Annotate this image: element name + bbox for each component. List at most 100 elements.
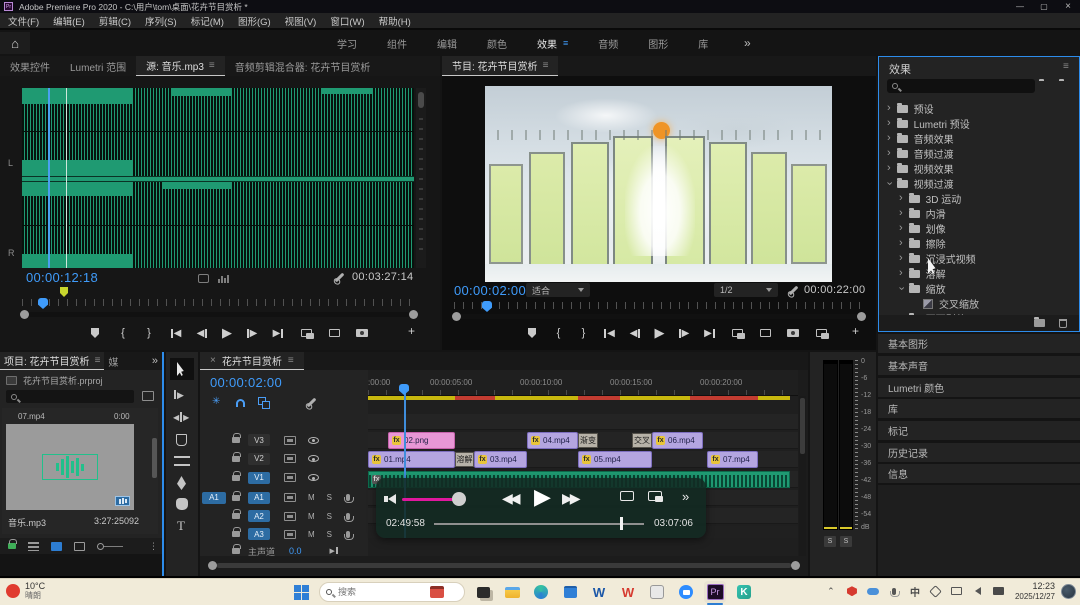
workspace-tab-graphics[interactable]: 图形 bbox=[633, 36, 683, 51]
solo-right-button[interactable]: S bbox=[840, 536, 852, 547]
track-visibility-icon[interactable] bbox=[308, 455, 319, 462]
icon-view-icon[interactable] bbox=[51, 542, 62, 551]
solo-button[interactable]: S bbox=[327, 512, 332, 521]
project-more-dots[interactable]: ⋮ bbox=[149, 541, 158, 552]
extract-button[interactable] bbox=[751, 329, 779, 337]
start-button[interactable] bbox=[290, 581, 312, 603]
menu-file[interactable]: 文件(F) bbox=[8, 14, 39, 28]
tray-device-icon[interactable] bbox=[991, 583, 1007, 599]
workspace-tab-learn[interactable]: 学习 bbox=[322, 36, 372, 51]
task-view-button[interactable] bbox=[472, 581, 494, 603]
solo-button[interactable]: S bbox=[327, 493, 332, 502]
timeline-current-timecode[interactable]: 00:00:02:00 bbox=[210, 375, 282, 390]
overlay-progress-thumb[interactable] bbox=[620, 517, 623, 530]
transition-gradient-wipe[interactable]: 渐变 bbox=[578, 433, 598, 448]
tree-item-audio-effects[interactable]: ›音频效果 bbox=[879, 131, 1077, 146]
panel-menu-icon[interactable]: ≡ bbox=[288, 355, 294, 366]
edge-browser-button[interactable] bbox=[530, 581, 552, 603]
hand-tool[interactable] bbox=[176, 498, 188, 510]
selection-tool[interactable] bbox=[170, 358, 194, 380]
maximize-button[interactable]: ▢ bbox=[1032, 2, 1056, 11]
panel-lumetri-color[interactable]: Lumetri 颜色 bbox=[878, 378, 1080, 397]
linked-selection-icon[interactable] bbox=[258, 397, 266, 405]
comparison-view-button[interactable] bbox=[807, 329, 835, 337]
project-items-scrollbar[interactable] bbox=[152, 438, 157, 478]
tree-item-slide[interactable]: ›内滑 bbox=[879, 206, 1077, 221]
snap-magnet-icon[interactable] bbox=[236, 399, 245, 407]
program-button-editor-plus[interactable]: + bbox=[852, 324, 859, 338]
transition-cross-zoom[interactable]: 交叉 bbox=[632, 433, 652, 448]
panel-history[interactable]: 历史记录 bbox=[878, 443, 1080, 462]
zoom-handle-left[interactable] bbox=[20, 310, 29, 319]
tray-volume-icon[interactable] bbox=[970, 583, 986, 599]
clip-04-mp4[interactable]: fx04.mp4 bbox=[527, 432, 578, 449]
voiceover-mic-icon[interactable] bbox=[346, 513, 350, 520]
program-video-frame[interactable] bbox=[485, 86, 832, 282]
workspace-tab-libraries[interactable]: 库 bbox=[683, 36, 723, 51]
track-label-v1[interactable]: V1 bbox=[248, 472, 270, 484]
workspace-tab-editing[interactable]: 编辑 bbox=[422, 36, 472, 51]
word-button[interactable]: W bbox=[588, 581, 610, 603]
mark-in-button[interactable]: { bbox=[546, 327, 571, 339]
tab-program-monitor[interactable]: 节目: 花卉节目赏析≡ bbox=[442, 56, 558, 76]
timeline-zoom-handle-right[interactable] bbox=[791, 561, 800, 570]
zoom-handle-right[interactable] bbox=[409, 310, 418, 319]
insert-button[interactable] bbox=[292, 329, 320, 337]
project-search-box[interactable] bbox=[6, 390, 134, 403]
timeline-horizontal-scrollbar[interactable] bbox=[208, 560, 800, 570]
overlay-progress-bar[interactable] bbox=[434, 523, 644, 525]
track-visibility-icon[interactable] bbox=[308, 474, 319, 481]
ime-indicator[interactable]: 中 bbox=[907, 583, 923, 599]
tray-cloud-icon[interactable] bbox=[865, 583, 881, 599]
close-button[interactable]: × bbox=[1056, 1, 1080, 12]
menu-clip[interactable]: 剪辑(C) bbox=[99, 14, 131, 28]
menu-sequence[interactable]: 序列(S) bbox=[145, 14, 177, 28]
lock-icon[interactable] bbox=[232, 531, 240, 537]
tree-item-3d-motion[interactable]: ›3D 运动 bbox=[879, 191, 1077, 206]
taskbar-clock[interactable]: 12:23 2025/12/27 bbox=[1015, 581, 1055, 601]
timeline-vertical-scrollbar[interactable] bbox=[799, 396, 806, 556]
program-playhead-thumb[interactable] bbox=[482, 301, 492, 312]
go-to-out-button[interactable]: ▶ bbox=[264, 328, 292, 339]
tab-media-browser[interactable]: 媒 bbox=[104, 352, 122, 370]
menu-help[interactable]: 帮助(H) bbox=[379, 14, 411, 28]
project-search-bin-icon[interactable] bbox=[142, 391, 154, 401]
playback-resolution-dropdown[interactable]: 1/2 bbox=[714, 283, 778, 297]
zoom-app-button[interactable] bbox=[675, 581, 697, 603]
clip-02-png[interactable]: fx02.png bbox=[388, 432, 455, 449]
tree-item-lumetri-presets[interactable]: ›Lumetri 预设 bbox=[879, 116, 1077, 131]
workspace-tab-assembly[interactable]: 组件 bbox=[372, 36, 422, 51]
tree-item-zoom[interactable]: ›缩放 bbox=[879, 281, 1077, 296]
workspace-menu-icon[interactable]: ≡ bbox=[563, 38, 568, 48]
project-search-input[interactable] bbox=[22, 392, 117, 402]
zoom-slider[interactable] bbox=[97, 546, 123, 547]
sync-lock-icon[interactable] bbox=[284, 436, 296, 445]
track-label-a3[interactable]: A3 bbox=[248, 528, 270, 540]
voiceover-mic-icon[interactable] bbox=[346, 531, 350, 538]
tray-mic-icon[interactable] bbox=[886, 583, 902, 599]
track-select-tool[interactable]: ▶ bbox=[174, 390, 184, 401]
type-tool[interactable]: T bbox=[177, 518, 185, 534]
tree-item-video-effects[interactable]: ›视频效果 bbox=[879, 161, 1077, 176]
project-overflow-chevron[interactable]: » bbox=[152, 355, 162, 367]
nest-insert-icon[interactable]: ✳ bbox=[212, 396, 220, 407]
go-to-in-button[interactable]: ◀ bbox=[596, 328, 623, 339]
zoom-handle-right[interactable] bbox=[857, 312, 866, 321]
mark-in-button[interactable]: { bbox=[110, 327, 136, 339]
lock-icon[interactable] bbox=[232, 495, 240, 501]
program-current-timecode[interactable]: 00:00:02:00 bbox=[454, 283, 526, 298]
mark-out-button[interactable]: } bbox=[571, 327, 596, 339]
go-to-in-button[interactable]: ◀ bbox=[162, 328, 190, 339]
mute-button[interactable]: M bbox=[308, 493, 315, 502]
tree-item-immersive-video[interactable]: ›沉浸式视频 bbox=[879, 251, 1077, 266]
tree-item-dissolve[interactable]: ›溶解 bbox=[879, 266, 1077, 281]
drag-video-icon[interactable] bbox=[198, 274, 209, 283]
wps-button[interactable]: W bbox=[617, 581, 639, 603]
tree-item-erase[interactable]: ›擦除 bbox=[879, 236, 1077, 251]
workspace-overflow-chevron[interactable]: » bbox=[744, 36, 751, 50]
taskbar-search-input[interactable] bbox=[338, 587, 424, 597]
clip-03-mp4[interactable]: fx03.mp4 bbox=[474, 451, 527, 468]
tray-expand-chevron[interactable]: ⌃ bbox=[823, 583, 839, 599]
transition-dissolve[interactable]: 溶解 bbox=[455, 452, 474, 467]
mute-button[interactable]: M bbox=[308, 530, 315, 539]
